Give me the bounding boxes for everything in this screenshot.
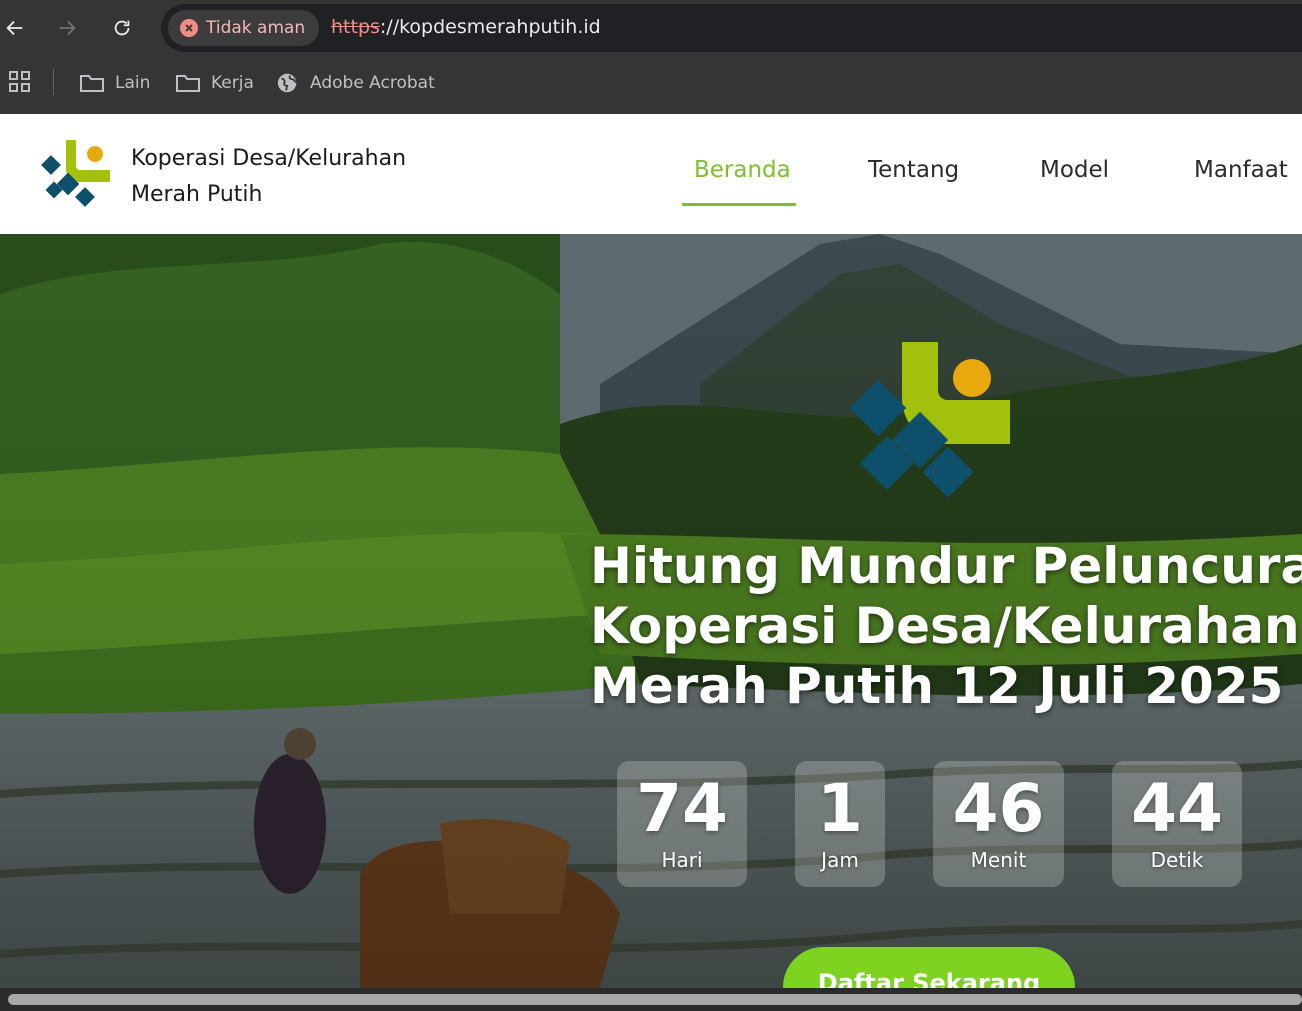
brand-line-2: Merah Putih bbox=[131, 182, 263, 207]
bookmarks-divider bbox=[53, 69, 54, 95]
countdown-minutes: 46 Menit bbox=[933, 761, 1064, 887]
security-label: Tidak aman bbox=[206, 18, 306, 38]
active-nav-underline bbox=[682, 203, 796, 206]
browser-toolbar: Tidak aman https://kopdesmerahputih.id bbox=[0, 0, 1302, 56]
site-brand[interactable]: Koperasi Desa/Kelurahan Merah Putih bbox=[131, 141, 406, 213]
reload-icon bbox=[114, 20, 130, 36]
bookmark-label: Adobe Acrobat bbox=[310, 73, 435, 93]
bookmark-lain[interactable]: Lain bbox=[79, 68, 150, 98]
bookmark-adobe-acrobat[interactable]: Adobe Acrobat bbox=[276, 68, 435, 98]
countdown-days-value: 74 bbox=[636, 770, 728, 847]
url-text[interactable]: https://kopdesmerahputih.id bbox=[331, 16, 601, 38]
hero-title-line-2: Koperasi Desa/Kelurahan bbox=[590, 597, 1300, 655]
nav-manfaat[interactable]: Manfaat bbox=[1194, 157, 1288, 183]
folder-icon bbox=[80, 75, 104, 92]
reload-button[interactable] bbox=[104, 10, 140, 46]
countdown-minutes-label: Menit bbox=[970, 848, 1027, 872]
hero-title-line-1: Hitung Mundur Peluncuran bbox=[590, 537, 1302, 595]
bookmark-label: Kerja bbox=[211, 73, 254, 93]
arrow-right-icon bbox=[59, 20, 76, 36]
horizontal-scrollbar[interactable] bbox=[0, 988, 1302, 1011]
security-chip[interactable]: Tidak aman bbox=[168, 10, 320, 46]
countdown-minutes-value: 46 bbox=[952, 770, 1045, 847]
hero-section: Hitung Mundur Peluncuran Koperasi Desa/K… bbox=[0, 234, 1302, 988]
globe-icon bbox=[277, 73, 297, 93]
bookmark-label: Lain bbox=[115, 73, 151, 93]
hero-kopdes-logo-icon bbox=[849, 342, 1010, 498]
nav-beranda[interactable]: Beranda bbox=[694, 157, 791, 183]
countdown-hours: 1 Jam bbox=[795, 761, 885, 887]
bookmarks-bar: Lain Kerja Adobe Acrobat bbox=[0, 56, 1302, 114]
site-header: Koperasi Desa/Kelurahan Merah Putih Bera… bbox=[0, 114, 1302, 234]
forward-button[interactable] bbox=[49, 10, 85, 46]
countdown-hours-value: 1 bbox=[817, 770, 863, 847]
address-bar[interactable]: Tidak aman https://kopdesmerahputih.id bbox=[161, 4, 1302, 52]
nav-tentang[interactable]: Tentang bbox=[868, 157, 959, 183]
folder-icon bbox=[176, 75, 200, 92]
scrollbar-thumb[interactable] bbox=[8, 994, 1302, 1005]
back-button[interactable] bbox=[0, 10, 33, 46]
kopdes-logo-icon[interactable] bbox=[40, 138, 114, 210]
countdown-days-label: Hari bbox=[661, 848, 703, 872]
nav-model[interactable]: Model bbox=[1040, 157, 1109, 183]
bookmark-kerja[interactable]: Kerja bbox=[175, 68, 254, 98]
apps-grid-icon[interactable] bbox=[8, 70, 32, 94]
hero-title-line-3: Merah Putih 12 Juli 2025 bbox=[590, 657, 1284, 715]
countdown-seconds-label: Detik bbox=[1150, 848, 1204, 872]
arrow-left-icon bbox=[6, 20, 23, 36]
hero-title: Hitung Mundur Peluncuran Koperasi Desa/K… bbox=[590, 536, 1302, 716]
url-host: ://kopdesmerahputih.id bbox=[379, 16, 601, 38]
register-now-button[interactable]: Daftar Sekarang bbox=[783, 947, 1075, 988]
brand-line-1: Koperasi Desa/Kelurahan bbox=[131, 146, 407, 171]
countdown-hours-label: Jam bbox=[821, 848, 859, 872]
url-scheme: https bbox=[331, 16, 380, 38]
countdown-seconds-value: 44 bbox=[1131, 770, 1223, 847]
countdown-seconds: 44 Detik bbox=[1112, 761, 1242, 887]
countdown-days: 74 Hari bbox=[617, 761, 747, 887]
not-secure-icon bbox=[180, 19, 198, 37]
